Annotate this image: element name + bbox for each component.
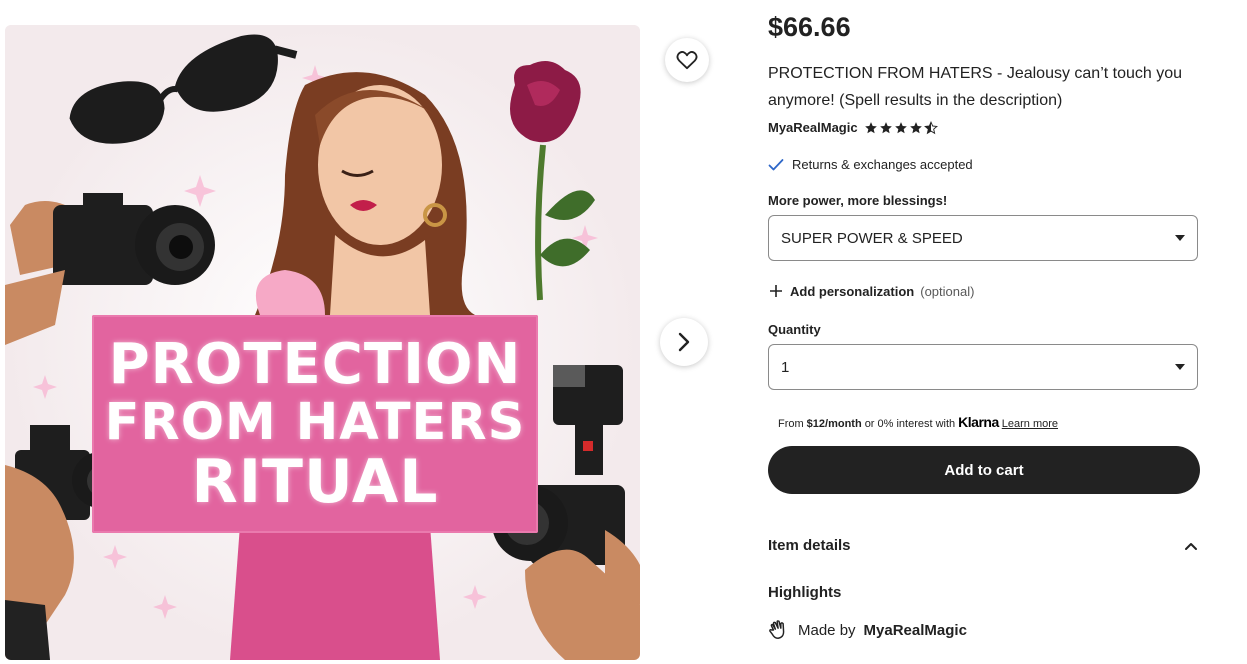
listing-banner: PROTECTION FROM HATERS RITUAL [92, 315, 538, 533]
quantity-label: Quantity [768, 322, 821, 337]
highlights-heading: Highlights [768, 584, 842, 601]
personalization-label: Add personalization [790, 283, 915, 299]
made-by-prefix: Made by [798, 621, 856, 639]
star-icon [864, 121, 877, 133]
shop-name-link[interactable]: MyaRealMagic [768, 120, 858, 135]
star-icon [894, 121, 907, 133]
banner-line-3: RITUAL [191, 446, 439, 517]
chevron-right-icon [678, 332, 690, 352]
quantity-select[interactable]: 1 [768, 344, 1198, 390]
favorite-button[interactable] [665, 38, 709, 82]
variation-select[interactable]: SUPER POWER & SPEED [768, 215, 1198, 261]
checkmark-icon [768, 158, 784, 170]
price: $66.66 [768, 12, 851, 42]
returns-note: Returns & exchanges accepted [768, 157, 973, 172]
caret-down-icon [1175, 235, 1185, 241]
star-icon [909, 121, 922, 133]
klarna-amount: $12/month [806, 418, 862, 430]
next-image-button[interactable] [660, 318, 708, 366]
star-icon [879, 121, 892, 133]
plus-icon [770, 285, 782, 297]
listing-title: PROTECTION FROM HATERS - Jealousy can’t … [768, 65, 1183, 109]
variation-label: More power, more blessings! [768, 193, 948, 208]
hand-wave-icon [769, 620, 785, 639]
variation-selected-value: SUPER POWER & SPEED [781, 229, 963, 247]
add-to-cart-button[interactable]: Add to cart [768, 446, 1200, 494]
klarna-middle: or 0% interest with [864, 418, 956, 430]
klarna-logo: Klarna [958, 414, 999, 430]
item-details-toggle[interactable]: Item details [768, 537, 1198, 554]
chevron-up-icon [1185, 542, 1197, 550]
item-details-heading: Item details [768, 537, 851, 554]
star-rating[interactable] [864, 120, 938, 135]
returns-text: Returns & exchanges accepted [792, 157, 973, 172]
made-by-shop[interactable]: MyaRealMagic [864, 622, 967, 639]
banner-line-1: PROTECTION [108, 331, 522, 397]
quantity-value: 1 [781, 358, 790, 376]
caret-down-icon [1175, 364, 1185, 370]
half-star-icon [923, 120, 938, 134]
made-by-row: Made by MyaRealMagic [768, 619, 967, 641]
klarna-prefix: From [778, 418, 804, 430]
personalization-optional: (optional) [920, 283, 975, 299]
listing-image[interactable]: PROTECTION FROM HATERS RITUAL [5, 25, 640, 660]
shop-rating-row: MyaRealMagic [768, 120, 938, 135]
klarna-financing-note: From $12/month or 0% interest with Klarn… [778, 414, 1058, 430]
klarna-learn-more-link[interactable]: Learn more [1002, 418, 1058, 430]
heart-icon [676, 51, 698, 70]
banner-line-2: FROM HATERS [104, 392, 526, 452]
add-personalization-toggle[interactable]: Add personalization (optional) [768, 283, 974, 299]
